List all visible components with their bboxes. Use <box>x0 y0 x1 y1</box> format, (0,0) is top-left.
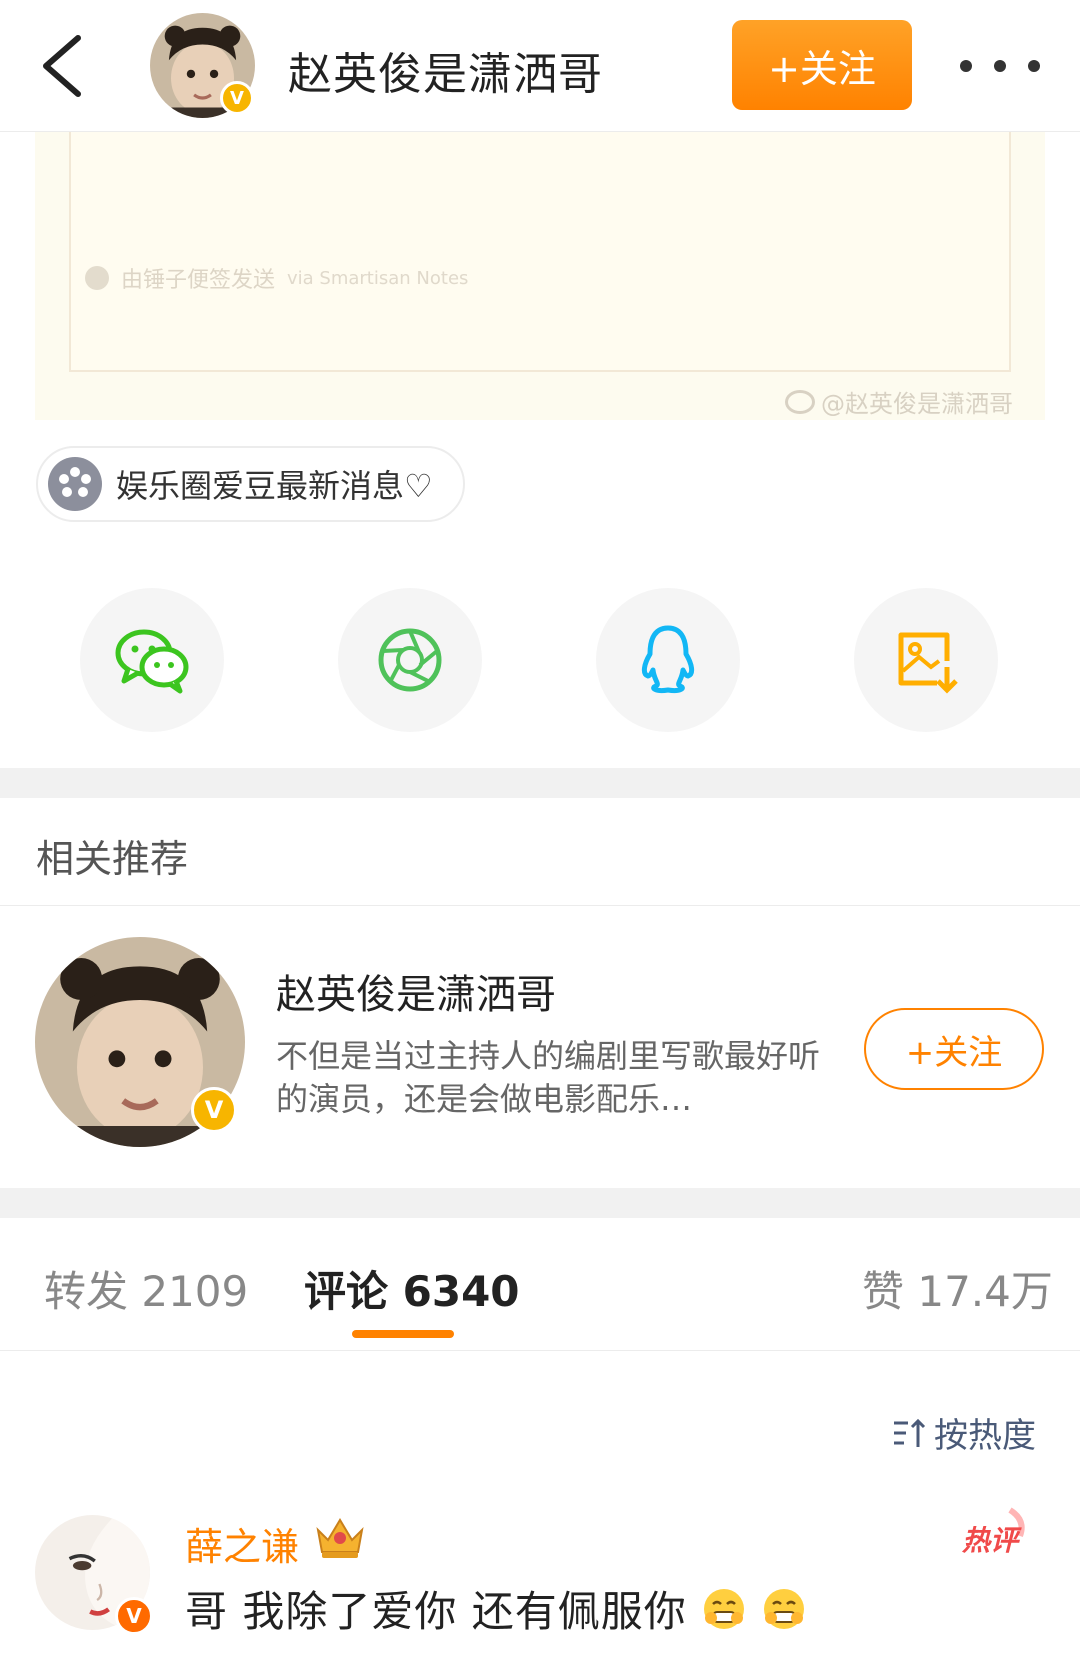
comment-text: 哥 我除了爱你 还有佩服你 <box>185 1578 807 1639</box>
author-name[interactable]: 赵英俊是潇洒哥 <box>288 38 603 102</box>
watermark-text: @赵英俊是潇洒哥 <box>821 390 1013 418</box>
note-source-cn: 由锤子便签发送 <box>121 268 276 293</box>
section-divider <box>0 1188 1080 1218</box>
weibo-logo-icon <box>785 389 815 414</box>
verified-badge-icon: V <box>115 1597 153 1635</box>
recommended-user-avatar[interactable]: V <box>35 937 245 1147</box>
note-source: 由锤子便签发送 via Smartisan Notes <box>85 262 468 294</box>
tab-likes[interactable]: 赞 17.4万 <box>862 1258 1053 1319</box>
verified-badge-icon: V <box>220 81 254 115</box>
grimace-emoji-icon <box>764 1589 805 1629</box>
grimace-emoji-icon <box>704 1589 745 1629</box>
hot-comment-badge: 热评 <box>960 1506 1032 1562</box>
weibo-watermark: @赵英俊是潇洒哥 <box>785 384 1013 419</box>
commenter-name[interactable]: 薛之谦 <box>185 1516 299 1571</box>
recommended-follow-button[interactable]: +关注 <box>864 1008 1044 1090</box>
commenter-avatar[interactable]: V <box>35 1515 153 1635</box>
qq-icon <box>641 625 695 693</box>
tab-comments[interactable]: 评论 6340 <box>304 1258 520 1319</box>
recommended-user-name[interactable]: 赵英俊是潇洒哥 <box>276 962 556 1020</box>
tab-repost[interactable]: 转发 2109 <box>44 1258 248 1319</box>
sort-label: 按热度 <box>934 1416 1036 1456</box>
related-section-title: 相关推荐 <box>36 837 189 881</box>
flower-icon <box>48 457 102 511</box>
divider-line <box>0 905 1080 906</box>
hot-comment-label: 热评 <box>961 1524 1022 1557</box>
sort-icon <box>894 1418 926 1447</box>
top-bar: V 赵英俊是潇洒哥 +关注 <box>0 0 1080 132</box>
share-qq-button[interactable] <box>596 588 740 732</box>
more-dot-icon <box>1028 60 1040 72</box>
hot-comment-icon: 热评 <box>961 1507 1025 1557</box>
note-paper <box>69 132 1011 372</box>
wechat-icon <box>115 629 189 694</box>
topic-tag[interactable]: 娱乐圈爱豆最新消息♡ <box>36 446 465 522</box>
topic-label: 娱乐圈爱豆最新消息♡ <box>116 467 433 505</box>
moments-icon <box>378 628 442 692</box>
chevron-left-icon <box>43 35 81 97</box>
active-tab-indicator <box>352 1330 454 1338</box>
smartisan-icon <box>85 266 109 290</box>
share-row <box>0 588 1080 738</box>
author-avatar[interactable]: V <box>150 13 255 118</box>
section-divider <box>0 768 1080 798</box>
interaction-tabs: 转发 2109 评论 6340 赞 17.4万 <box>0 1222 1080 1352</box>
back-button[interactable] <box>36 30 96 102</box>
note-source-en: via Smartisan Notes <box>287 267 469 289</box>
sort-by-hot-button[interactable]: 按热度 <box>892 1408 1036 1457</box>
more-dot-icon <box>994 60 1006 72</box>
share-wechat-button[interactable] <box>80 588 224 732</box>
share-moments-button[interactable] <box>338 588 482 732</box>
more-options-button[interactable] <box>960 46 1040 86</box>
post-image[interactable]: 由锤子便签发送 via Smartisan Notes @赵英俊是潇洒哥 <box>35 132 1045 420</box>
save-image-icon <box>898 632 958 694</box>
comment-body: 哥 我除了爱你 还有佩服你 <box>185 1587 687 1636</box>
crown-badge-icon <box>316 1518 364 1558</box>
recommended-user-description: 不但是当过主持人的编剧里写歌最好听的演员，还是会做电影配乐… <box>276 1037 821 1118</box>
verified-badge-icon: V <box>191 1087 237 1133</box>
divider-line <box>0 1350 1080 1351</box>
more-dot-icon <box>960 60 972 72</box>
save-image-button[interactable] <box>854 588 998 732</box>
follow-button[interactable]: +关注 <box>732 20 912 110</box>
